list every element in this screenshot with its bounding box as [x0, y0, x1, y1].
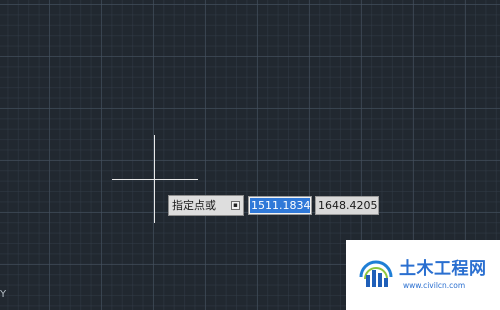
ucs-y-axis-label: Y	[0, 289, 7, 300]
dynamic-input-prompt-label: 指定点或	[172, 199, 216, 212]
x-coordinate-input[interactable]: 1511.1834	[248, 196, 312, 215]
y-coordinate-input[interactable]: 1648.4205	[315, 196, 379, 215]
x-coordinate-value: 1511.1834	[250, 198, 310, 213]
crosshair-horizontal-line	[112, 179, 198, 180]
crosshair-vertical-line	[154, 135, 155, 223]
watermark: 土木工程网 www.civilcn.com	[346, 240, 500, 310]
watermark-url: www.civilcn.com	[403, 281, 466, 290]
dynamic-input-prompt: 指定点或 ▪	[168, 195, 244, 216]
y-coordinate-value: 1648.4205	[318, 199, 378, 212]
drawing-canvas[interactable]: 指定点或 ▪ 1511.1834 1648.4205 Y 土木工程网 www.c…	[0, 0, 500, 310]
prompt-options-icon[interactable]: ▪	[231, 201, 240, 210]
watermark-title: 土木工程网	[399, 259, 487, 279]
civilcn-logo-icon	[359, 260, 393, 287]
